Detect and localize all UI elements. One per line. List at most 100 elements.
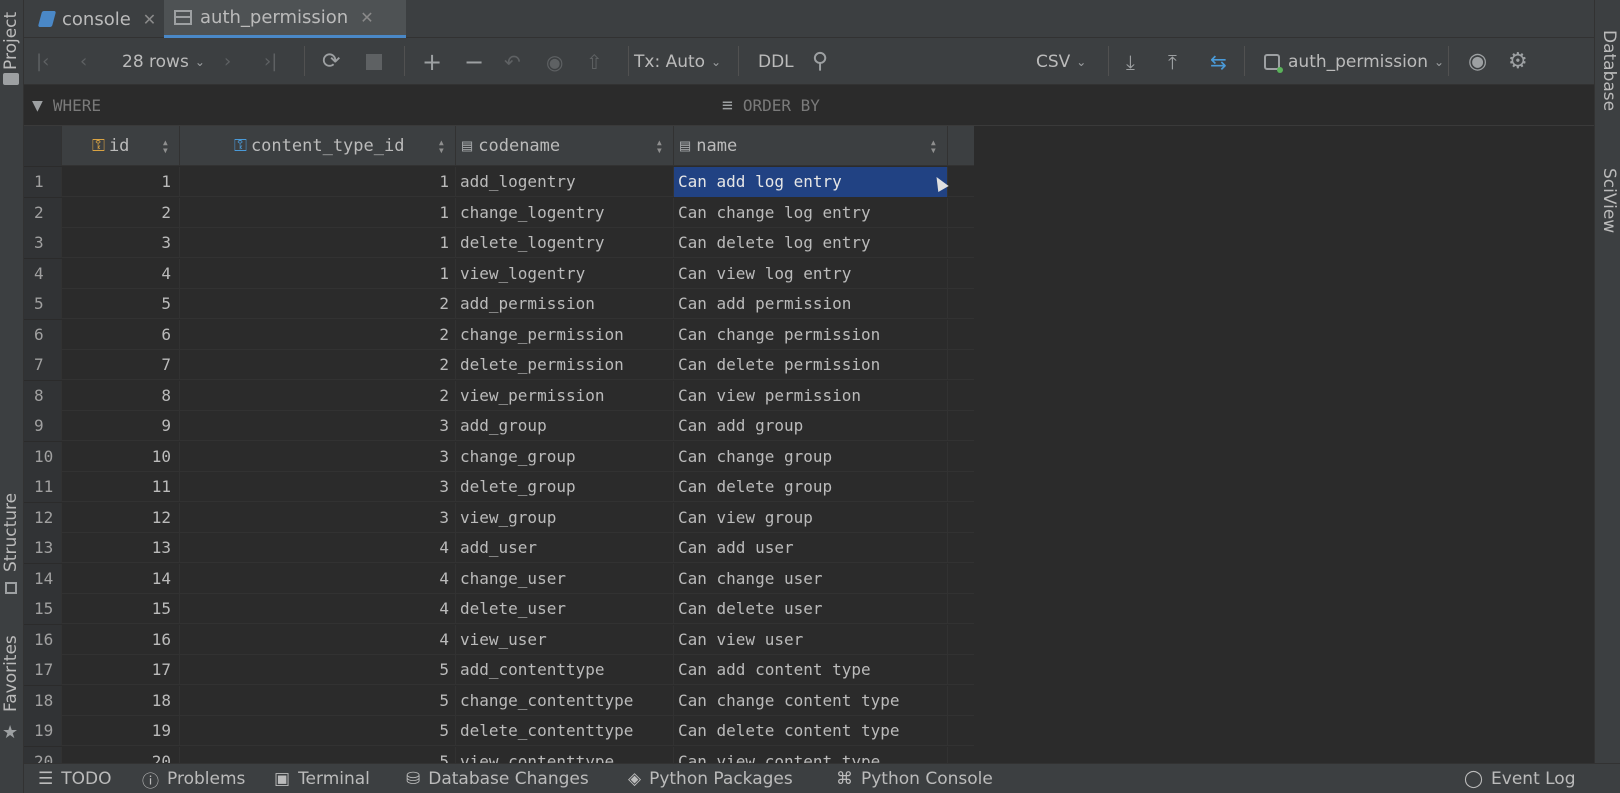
content-type-id-cell[interactable]: 5 — [180, 746, 456, 763]
python-packages-tool-button[interactable]: ◈ Python Packages — [628, 764, 793, 793]
id-cell[interactable]: 4 — [62, 258, 180, 289]
id-cell[interactable]: 9 — [62, 411, 180, 441]
table-row[interactable]: 13 13 4 add_user Can add user — [24, 533, 974, 563]
download-icon[interactable]: ⤓ — [1126, 38, 1135, 85]
codename-cell[interactable]: add_logentry — [456, 167, 674, 197]
table-row[interactable]: 8 8 2 view_permission Can view permission — [24, 380, 974, 411]
name-cell[interactable]: Can add group — [674, 411, 948, 441]
content-type-id-cell[interactable]: 1 — [180, 167, 456, 197]
row-number-cell[interactable]: 2 — [24, 197, 62, 228]
name-cell[interactable]: Can view group — [674, 502, 948, 533]
id-cell[interactable]: 7 — [62, 350, 180, 380]
last-page-icon[interactable]: ›| — [264, 38, 277, 85]
tab-auth-permission[interactable]: auth_permission ✕ — [164, 0, 406, 38]
name-cell[interactable]: Can view log entry — [674, 258, 948, 289]
row-number-cell[interactable]: 3 — [24, 228, 62, 258]
table-row[interactable]: 5 5 2 add_permission Can add permission — [24, 289, 974, 319]
row-number-cell[interactable]: 10 — [24, 441, 62, 472]
content-type-id-cell[interactable]: 3 — [180, 472, 456, 502]
revert-icon[interactable]: ↶ — [504, 38, 521, 85]
favorites-tool-tab[interactable]: Favorites — [1, 635, 21, 712]
close-icon[interactable]: ✕ — [360, 8, 373, 27]
row-number-cell[interactable]: 9 — [24, 411, 62, 441]
table-row[interactable]: 15 15 4 delete_user Can delete user — [24, 594, 974, 624]
row-number-cell[interactable]: 13 — [24, 533, 62, 563]
codename-cell[interactable]: add_permission — [456, 289, 674, 319]
codename-cell[interactable]: add_group — [456, 411, 674, 441]
preview-pending-icon[interactable]: ◉ — [546, 38, 563, 85]
name-cell[interactable]: Can change user — [674, 563, 948, 594]
python-console-tool-button[interactable]: ⌘ Python Console — [836, 764, 993, 793]
column-header-content-type-id[interactable]: ⚿ content_type_id ▴ ▾ — [180, 126, 456, 166]
id-cell[interactable]: 1 — [62, 167, 180, 197]
content-type-id-cell[interactable]: 5 — [180, 655, 456, 685]
first-page-icon[interactable]: |‹ — [36, 38, 49, 85]
name-cell[interactable]: Can change log entry — [674, 197, 948, 228]
codename-cell[interactable]: change_user — [456, 563, 674, 594]
event-log-tool-button[interactable]: ◯ Event Log — [1464, 764, 1576, 793]
terminal-tool-button[interactable]: ▣ Terminal — [274, 764, 370, 793]
table-row[interactable]: 14 14 4 change_user Can change user — [24, 563, 974, 594]
search-icon[interactable]: ⚲ — [812, 38, 828, 85]
row-number-cell[interactable]: 18 — [24, 685, 62, 716]
submit-icon[interactable]: ⇧ — [586, 38, 603, 85]
name-cell[interactable]: Can delete log entry — [674, 228, 948, 258]
id-cell[interactable]: 3 — [62, 228, 180, 258]
transaction-mode-dropdown[interactable]: Tx: Auto ⌄ — [634, 38, 721, 85]
todo-tool-button[interactable]: ☰ TODO — [38, 764, 112, 793]
table-row[interactable]: 6 6 2 change_permission Can change permissio… — [24, 319, 974, 350]
row-number-cell[interactable]: 12 — [24, 502, 62, 533]
id-cell[interactable]: 18 — [62, 685, 180, 716]
sort-toggle-icon[interactable]: ▴ ▾ — [656, 136, 663, 156]
problems-tool-button[interactable]: ⓘ Problems — [142, 764, 245, 793]
where-filter[interactable]: ▼ WHERE — [32, 85, 101, 126]
row-number-cell[interactable]: 20 — [24, 746, 62, 763]
codename-cell[interactable]: view_user — [456, 624, 674, 655]
content-type-id-cell[interactable]: 2 — [180, 380, 456, 411]
name-cell[interactable]: Can add user — [674, 533, 948, 563]
column-header-name[interactable]: ▤ name ▴ ▾ — [674, 126, 948, 166]
row-number-cell[interactable]: 19 — [24, 716, 62, 746]
name-cell[interactable]: Can delete content type — [674, 716, 948, 746]
table-row[interactable]: 19 19 5 delete_contenttype Can delete conten… — [24, 716, 974, 746]
id-cell[interactable]: 6 — [62, 319, 180, 350]
row-number-cell[interactable]: 6 — [24, 319, 62, 350]
name-cell[interactable]: Can view user — [674, 624, 948, 655]
id-cell[interactable]: 5 — [62, 289, 180, 319]
export-format-dropdown[interactable]: CSV ⌄ — [1036, 38, 1086, 85]
name-cell[interactable]: Can delete permission — [674, 350, 948, 380]
column-header-id[interactable]: ⚿ id ▴ ▾ — [62, 126, 180, 166]
table-row[interactable]: 16 16 4 view_user Can view user — [24, 624, 974, 655]
name-cell[interactable]: Can view permission — [674, 380, 948, 411]
codename-cell[interactable]: change_logentry — [456, 197, 674, 228]
database-tool-tab[interactable]: Database — [1599, 30, 1619, 111]
content-type-id-cell[interactable]: 3 — [180, 441, 456, 472]
content-type-id-cell[interactable]: 4 — [180, 563, 456, 594]
id-cell[interactable]: 10 — [62, 441, 180, 472]
table-row[interactable]: 2 2 1 change_logentry Can change log entry — [24, 197, 974, 228]
table-row[interactable]: 9 9 3 add_group Can add group — [24, 411, 974, 441]
table-row[interactable]: 3 3 1 delete_logentry Can delete log entry — [24, 228, 974, 258]
codename-cell[interactable]: delete_group — [456, 472, 674, 502]
codename-cell[interactable]: delete_permission — [456, 350, 674, 380]
sciview-tool-tab[interactable]: SciView — [1599, 168, 1619, 233]
row-number-cell[interactable]: 14 — [24, 563, 62, 594]
row-number-cell[interactable]: 15 — [24, 594, 62, 624]
previous-page-icon[interactable]: ‹ — [80, 38, 87, 85]
table-row[interactable]: 18 18 5 change_contenttype Can change conten… — [24, 685, 974, 716]
content-type-id-cell[interactable]: 4 — [180, 594, 456, 624]
table-row[interactable]: 12 12 3 view_group Can view group — [24, 502, 974, 533]
id-cell[interactable]: 15 — [62, 594, 180, 624]
name-cell[interactable]: Can delete user — [674, 594, 948, 624]
name-cell[interactable]: Can delete group — [674, 472, 948, 502]
content-type-id-cell[interactable]: 1 — [180, 228, 456, 258]
add-row-icon[interactable]: + — [422, 38, 442, 85]
table-row[interactable]: 4 4 1 view_logentry Can view log entry — [24, 258, 974, 289]
rows-count-dropdown[interactable]: 28 rows ⌄ — [122, 38, 205, 85]
table-row[interactable]: 20 20 5 view_contenttype Can view content ty… — [24, 746, 974, 763]
codename-cell[interactable]: view_permission — [456, 380, 674, 411]
table-row[interactable]: 17 17 5 add_contenttype Can add content type — [24, 655, 974, 685]
gear-icon[interactable]: ⚙ — [1508, 38, 1528, 85]
close-icon[interactable]: ✕ — [143, 10, 156, 29]
name-cell[interactable]: Can add permission — [674, 289, 948, 319]
